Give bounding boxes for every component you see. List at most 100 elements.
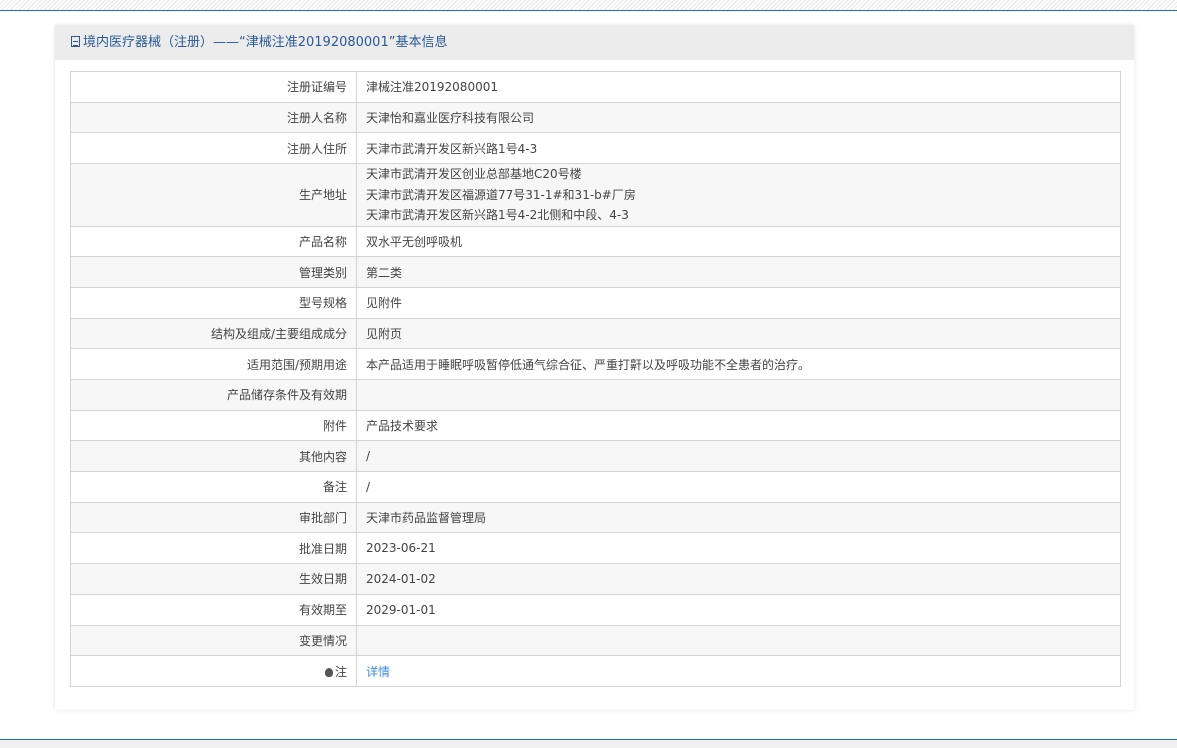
row-label-text: 变更情况 bbox=[298, 633, 347, 648]
details-link[interactable]: 详情 bbox=[366, 665, 390, 679]
row-value: 详情 bbox=[356, 655, 1121, 687]
row-value-text: 2023-06-21 bbox=[366, 541, 436, 556]
row-label: 变更情况 bbox=[70, 624, 357, 657]
row-value-text: 见附页 bbox=[366, 326, 403, 341]
row-label-text: 产品名称 bbox=[298, 234, 347, 249]
row-value-text: 本产品适用于睡眠呼吸暂停低通气综合征、严重打鼾以及呼吸功能不全患者的治疗。 bbox=[366, 357, 811, 372]
row-label-text: 批准日期 bbox=[298, 541, 347, 556]
row-value: 天津市药品监督管理局 bbox=[356, 501, 1121, 534]
row-label: 产品储存条件及有效期 bbox=[70, 379, 357, 411]
row-label-text: 适用范围/预期用途 bbox=[246, 357, 347, 372]
row-label: 注册人名称 bbox=[70, 101, 357, 134]
row-value: 天津市武清开发区新兴路1号4-3 bbox=[356, 132, 1121, 165]
table-row: 生产地址 天津市武清开发区创业总部基地C20号楼 天津市武清开发区福源道77号31-… bbox=[70, 163, 1121, 227]
row-label: 备注 bbox=[70, 471, 357, 503]
row-label-text: 附件 bbox=[322, 419, 347, 434]
row-value-text: 见附件 bbox=[366, 296, 403, 311]
row-value-text: / bbox=[366, 449, 371, 464]
row-value-text: 天津怡和嘉业医疗科技有限公司 bbox=[366, 111, 535, 126]
top-border bbox=[0, 0, 1177, 11]
row-label: 其他内容 bbox=[70, 440, 357, 473]
row-value: 本产品适用于睡眠呼吸暂停低通气综合征、严重打鼾以及呼吸功能不全患者的治疗。 bbox=[356, 348, 1121, 380]
table-row: 产品储存条件及有效期 bbox=[70, 379, 1121, 411]
row-value-text: 双水平无创呼吸机 bbox=[366, 234, 463, 249]
row-label: 有效期至 bbox=[70, 593, 357, 626]
row-value-text: 2024-01-02 bbox=[366, 571, 436, 586]
table-row: 审批部门 天津市药品监督管理局 bbox=[70, 501, 1121, 534]
table-row: 注册证编号 津械注准20192080001 bbox=[70, 71, 1121, 103]
row-label: 生效日期 bbox=[70, 563, 357, 595]
row-value: 天津怡和嘉业医疗科技有限公司 bbox=[356, 101, 1121, 134]
address-line: 天津市武清开发区创业总部基地C20号楼 bbox=[366, 167, 582, 182]
row-value-text: 产品技术要求 bbox=[366, 419, 439, 434]
row-value-text: / bbox=[366, 479, 371, 494]
row-value: 见附件 bbox=[356, 286, 1121, 319]
panel-title: 境内医疗器械（注册）——“津械注准20192080001”基本信息 bbox=[83, 35, 448, 50]
row-label: 生产地址 bbox=[70, 163, 357, 227]
row-value: 2023-06-21 bbox=[356, 532, 1121, 565]
row-label: 注册人住所 bbox=[70, 132, 357, 165]
row-label: 审批部门 bbox=[70, 501, 357, 534]
row-value bbox=[356, 624, 1121, 657]
row-label: 附件 bbox=[70, 409, 357, 442]
row-value-text: 天津市武清开发区新兴路1号4-3 bbox=[366, 141, 538, 156]
table-row: 型号规格 见附件 bbox=[70, 286, 1121, 319]
row-value: 津械注准20192080001 bbox=[356, 71, 1121, 103]
row-label: 注 bbox=[70, 655, 357, 687]
table-row: 备注 / bbox=[70, 471, 1121, 503]
table-row: 结构及组成/主要组成成分 见附页 bbox=[70, 317, 1121, 350]
row-label: 产品名称 bbox=[70, 225, 357, 258]
row-value-text: 津械注准20192080001 bbox=[366, 80, 498, 95]
row-value: 天津市武清开发区创业总部基地C20号楼天津市武清开发区福源道77号31-1#和3… bbox=[356, 163, 1121, 227]
row-label-text: 注 bbox=[334, 664, 347, 679]
row-label-text: 注册证编号 bbox=[286, 80, 347, 95]
address-line: 天津市武清开发区新兴路1号4-2北侧和中段、4-3 bbox=[366, 208, 629, 223]
row-value: / bbox=[356, 440, 1121, 473]
address-line: 天津市武清开发区福源道77号31-1#和31-b#厂房 bbox=[366, 187, 636, 202]
table-row: 产品名称 双水平无创呼吸机 bbox=[70, 225, 1121, 258]
info-panel: 境内医疗器械（注册）——“津械注准20192080001”基本信息 注册证编号 津… bbox=[55, 25, 1134, 710]
row-value: 2029-01-01 bbox=[356, 593, 1121, 626]
row-label-text: 注册人住所 bbox=[286, 141, 347, 156]
document-icon bbox=[71, 36, 80, 47]
row-label: 适用范围/预期用途 bbox=[70, 348, 357, 380]
table-row: 注 详情 bbox=[70, 655, 1121, 687]
row-label-text: 结构及组成/主要组成成分 bbox=[210, 326, 347, 341]
row-label-text: 型号规格 bbox=[298, 296, 347, 311]
table-row: 生效日期 2024-01-02 bbox=[70, 563, 1121, 595]
row-label-text: 管理类别 bbox=[298, 265, 347, 280]
row-label-text: 其他内容 bbox=[298, 449, 347, 464]
row-value: / bbox=[356, 471, 1121, 503]
table-row: 附件 产品技术要求 bbox=[70, 409, 1121, 442]
row-label: 型号规格 bbox=[70, 286, 357, 319]
row-value-text: 第二类 bbox=[366, 265, 403, 280]
row-label: 结构及组成/主要组成成分 bbox=[70, 317, 357, 350]
row-value: 2024-01-02 bbox=[356, 563, 1121, 595]
row-label-text: 注册人名称 bbox=[286, 111, 347, 126]
table-row: 管理类别 第二类 bbox=[70, 256, 1121, 288]
row-value: 产品技术要求 bbox=[356, 409, 1121, 442]
row-label-text: 生效日期 bbox=[298, 572, 347, 587]
table-row: 其他内容 / bbox=[70, 440, 1121, 473]
row-label: 管理类别 bbox=[70, 256, 357, 288]
row-value-text: 2029-01-01 bbox=[366, 602, 436, 617]
row-label-text: 有效期至 bbox=[298, 603, 347, 618]
panel-header: 境内医疗器械（注册）——“津械注准20192080001”基本信息 bbox=[55, 25, 1134, 60]
row-label-text: 生产地址 bbox=[298, 188, 347, 203]
table-row: 变更情况 bbox=[70, 624, 1121, 657]
row-label-text: 审批部门 bbox=[298, 511, 347, 526]
row-value: 双水平无创呼吸机 bbox=[356, 225, 1121, 258]
table-row: 注册人名称 天津怡和嘉业医疗科技有限公司 bbox=[70, 101, 1121, 134]
table-row: 注册人住所 天津市武清开发区新兴路1号4-3 bbox=[70, 132, 1121, 165]
row-label: 批准日期 bbox=[70, 532, 357, 565]
row-value-text: 天津市药品监督管理局 bbox=[366, 511, 487, 526]
info-table: 注册证编号 津械注准20192080001 注册人名称 天津怡和嘉业医疗科技有限公司注… bbox=[70, 71, 1121, 687]
bulb-icon bbox=[324, 667, 333, 677]
row-value: 第二类 bbox=[356, 256, 1121, 288]
row-value: 见附页 bbox=[356, 317, 1121, 350]
table-row: 有效期至 2029-01-01 bbox=[70, 593, 1121, 626]
row-value bbox=[356, 379, 1121, 411]
table-row: 批准日期 2023-06-21 bbox=[70, 532, 1121, 565]
table-row: 适用范围/预期用途 本产品适用于睡眠呼吸暂停低通气综合征、严重打鼾以及呼吸功能不全… bbox=[70, 348, 1121, 380]
row-label: 注册证编号 bbox=[70, 71, 357, 103]
